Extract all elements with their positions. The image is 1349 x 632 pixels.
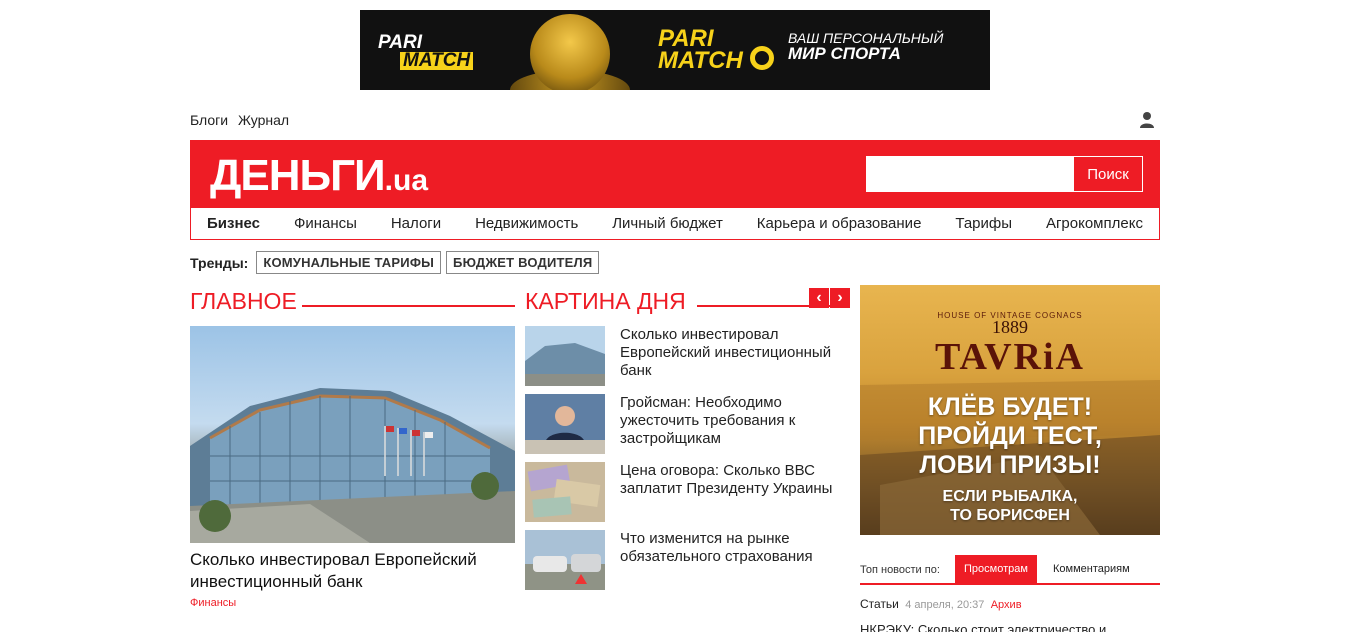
banner-slogan: ВАШ ПЕРСОНАЛЬНЫЙ МИР СПОРТА (788, 30, 943, 62)
day-item[interactable]: Гройсман: Необходимо ужесточить требован… (525, 394, 850, 454)
nav-item-finance[interactable]: Финансы (294, 215, 357, 232)
next-arrow-button[interactable]: › (830, 288, 850, 308)
building-illustration (190, 388, 515, 543)
user-icon[interactable] (1139, 111, 1155, 129)
banner-ring-icon (750, 46, 774, 70)
ad-headline: КЛЁВ БУДЕТ! ПРОЙДИ ТЕСТ, ЛОВИ ПРИЗЫ! (860, 393, 1160, 480)
ad-subline: ЕСЛИ РЫБАЛКА, ТО БОРИСФЕН (860, 487, 1160, 525)
thumb-money-image (525, 462, 605, 522)
page: PARI MATCH PARI MATCH ВАШ ПЕРСОНАЛЬНЫЙ М… (0, 0, 1349, 632)
day-item[interactable]: Сколько инвестировал Европейский инвести… (525, 326, 850, 386)
top-news-tabs: Топ новости по: Просмотрам Комментариям (860, 555, 1160, 585)
top-news-item[interactable]: Статьи 4 апреля, 20:37 Архив (860, 597, 1022, 611)
day-item-title[interactable]: Цена оговора: Сколько ВВС заплатит Прези… (620, 462, 852, 498)
top-news-item-title[interactable]: Статьи (860, 597, 899, 611)
day-carousel-arrows: ‹ › (809, 288, 851, 308)
tab-views[interactable]: Просмотрам (955, 555, 1037, 583)
trend-tag-driver-budget[interactable]: БЮДЖЕТ ВОДИТЕЛЯ (446, 251, 600, 274)
banner-logo2-line2: MATCH (658, 47, 743, 74)
logo-main: ДЕНЬГИ (210, 151, 386, 200)
top-banner-ad[interactable]: PARI MATCH PARI MATCH ВАШ ПЕРСОНАЛЬНЫЙ М… (360, 10, 990, 90)
ad-line2: ПРОЙДИ ТЕСТ, (918, 422, 1102, 450)
day-item-thumbnail[interactable] (525, 326, 605, 386)
search-button[interactable]: Поиск (1073, 156, 1143, 192)
thumb-car-accident-image (525, 530, 605, 590)
day-item[interactable]: Цена оговора: Сколько ВВС заплатит Прези… (525, 462, 850, 522)
ad-sub1: ЕСЛИ РЫБАЛКА, (942, 488, 1078, 505)
main-story-image[interactable] (190, 326, 515, 543)
day-item-title[interactable]: Гройсман: Необходимо ужесточить требован… (620, 394, 852, 448)
ad-sub2: ТО БОРИСФЕН (950, 507, 1070, 524)
main-story-title[interactable]: Сколько инвестировал Европейский инвести… (190, 549, 515, 593)
tab-comments[interactable]: Комментариям (1044, 555, 1139, 583)
link-blogs[interactable]: Блоги (190, 112, 228, 128)
search-input[interactable] (866, 156, 1073, 192)
prev-arrow-button[interactable]: ‹ (809, 288, 829, 308)
banner-slogan-bottom: МИР СПОРТА (788, 44, 901, 63)
main-nav: Бизнес Финансы Налоги Недвижимость Личны… (190, 208, 1160, 240)
site-header: ДЕНЬГИ.ua Поиск (190, 140, 1160, 208)
ad-line3: ЛОВИ ПРИЗЫ! (919, 451, 1101, 479)
top-news-label: Топ новости по: (860, 564, 940, 576)
parimatch-logo-large: PARI MATCH (658, 27, 743, 74)
banner-logo-line2: MATCH (400, 51, 474, 70)
trends-bar: Тренды: КОМУНАЛЬНЫЕ ТАРИФЫ БЮДЖЕТ ВОДИТЕ… (190, 251, 604, 274)
day-item[interactable]: Что изменится на рынке обязательного стр… (525, 530, 850, 590)
nav-item-business[interactable]: Бизнес (207, 215, 260, 232)
top-news-item-time: 4 апреля, 20:37 (905, 599, 985, 611)
day-section-heading: КАРТИНА ДНЯ (525, 288, 686, 314)
ad-line1: КЛЁВ БУДЕТ! (927, 393, 1093, 421)
day-item-thumbnail[interactable] (525, 530, 605, 590)
banner-person-image (530, 14, 610, 90)
trends-label: Тренды: (190, 254, 249, 271)
top-links: Блоги Журнал (190, 112, 295, 128)
right-banner-ad[interactable]: HOUSE OF VINTAGE COGNACS 1889 TAVRiA КЛЁ… (860, 285, 1160, 535)
day-item-title[interactable]: Что изменится на рынке обязательного стр… (620, 530, 852, 566)
day-item-thumbnail[interactable] (525, 394, 605, 454)
site-logo[interactable]: ДЕНЬГИ.ua (210, 152, 428, 205)
nav-item-career[interactable]: Карьера и образование (757, 215, 922, 232)
nav-item-personal-budget[interactable]: Личный бюджет (612, 215, 723, 232)
nav-item-tariffs[interactable]: Тарифы (955, 215, 1012, 232)
thumb-building-image (525, 326, 605, 386)
main-story-category[interactable]: Финансы (190, 597, 236, 609)
top-news-item[interactable]: НКРЭКУ: Сколько стоит электричество и (860, 622, 1106, 632)
ad-brand-logo: TAVRiA (935, 336, 1085, 378)
parimatch-logo: PARI MATCH (378, 33, 474, 70)
day-item-thumbnail[interactable] (525, 462, 605, 522)
logo-suffix: .ua (384, 164, 429, 197)
main-heading-divider (302, 305, 515, 307)
main-section-heading: ГЛАВНОЕ (190, 288, 297, 314)
nav-item-real-estate[interactable]: Недвижимость (475, 215, 578, 232)
nav-item-taxes[interactable]: Налоги (391, 215, 441, 232)
day-item-title[interactable]: Сколько инвестировал Европейский инвести… (620, 326, 852, 380)
top-news-item-tag[interactable]: Архив (991, 599, 1022, 611)
trend-tag-utilities[interactable]: КОМУНАЛЬНЫЕ ТАРИФЫ (256, 251, 442, 274)
nav-item-agro[interactable]: Агрокомплекс (1046, 215, 1143, 232)
thumb-politician-image (525, 394, 605, 454)
link-journal[interactable]: Журнал (238, 112, 289, 128)
